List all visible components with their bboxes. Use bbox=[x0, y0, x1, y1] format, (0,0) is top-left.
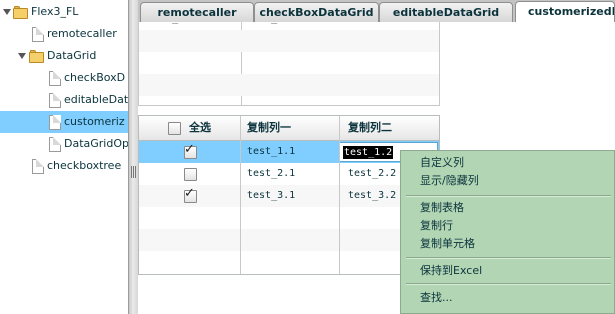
menu-item-label: 自定义列 bbox=[420, 156, 464, 169]
table-row[interactable] bbox=[139, 74, 439, 96]
tree-item-checkboxtree[interactable]: checkboxtree bbox=[0, 155, 128, 177]
tree-item-remotecaller[interactable]: remotecaller bbox=[0, 23, 128, 45]
table-cell[interactable]: test_1.1 bbox=[247, 141, 295, 163]
tree-item-editabledat[interactable]: editableDat bbox=[0, 89, 128, 111]
tree-item-label: checkboxtree bbox=[47, 159, 122, 172]
table-row[interactable] bbox=[139, 96, 439, 105]
table-row[interactable] bbox=[139, 52, 439, 74]
menu-item-customize-columns[interactable]: 自定义列 bbox=[401, 154, 615, 171]
tree-item-datagridop[interactable]: DataGridOp bbox=[0, 133, 128, 155]
row-checkbox[interactable]: ✓ bbox=[184, 186, 197, 203]
check-icon: ✓ bbox=[184, 186, 195, 201]
column-header-copy-col-2[interactable]: 复制列二 bbox=[348, 116, 392, 140]
tree-item-customeriz[interactable]: customeriz bbox=[0, 111, 128, 133]
folder-open-icon bbox=[13, 6, 28, 19]
menu-separator bbox=[406, 195, 611, 197]
table-row[interactable] bbox=[139, 207, 439, 229]
expand-arrow-icon[interactable] bbox=[18, 53, 26, 59]
tree-item-flex3-fl[interactable]: Flex3_FL bbox=[0, 1, 128, 23]
table-row[interactable] bbox=[139, 251, 439, 273]
menu-item-label: 复制行 bbox=[420, 219, 453, 232]
table-row[interactable]: ✓ test_1.1 test_1.2 bbox=[139, 141, 439, 163]
selected-cell-text[interactable]: test_1.2 bbox=[343, 146, 394, 159]
tree-item-label: customeriz bbox=[64, 115, 125, 128]
table-row[interactable]: ✓ test_3.1 test_3.2 bbox=[139, 185, 439, 207]
menu-item-show-hide-columns[interactable]: 显示/隐藏列 bbox=[401, 172, 615, 189]
context-menu: 自定义列 显示/隐藏列 复制表格 复制行 复制单元格 保持到Excel 查找..… bbox=[400, 150, 615, 314]
document-icon bbox=[49, 93, 61, 108]
document-icon bbox=[32, 159, 44, 174]
table-row[interactable] bbox=[139, 229, 439, 251]
customized-datagrid[interactable]: 全选 复制列一 复制列二 ✓ test_1.1 test_1.2 test_2.… bbox=[138, 115, 440, 275]
drag-grip-icon[interactable] bbox=[131, 166, 136, 178]
row-checkbox[interactable]: ✓ bbox=[184, 142, 197, 159]
expand-arrow-icon[interactable] bbox=[3, 9, 11, 15]
check-icon: ✓ bbox=[184, 142, 195, 157]
tree-item-datagrid[interactable]: DataGrid bbox=[0, 45, 128, 67]
table-row[interactable] bbox=[139, 30, 439, 52]
table-cell: test_1.1 bbox=[148, 22, 196, 30]
menu-item-find[interactable]: 查找... bbox=[401, 289, 615, 306]
navigation-tree: Flex3_FL remotecaller DataGrid checkBoxD… bbox=[0, 0, 128, 314]
document-icon bbox=[49, 71, 61, 86]
tab-editabledatagrid[interactable]: editableDataGrid bbox=[379, 2, 513, 22]
table-cell: test_1.2 bbox=[247, 22, 295, 30]
table-cell[interactable]: test_3.2 bbox=[348, 185, 396, 207]
menu-separator bbox=[406, 283, 611, 285]
document-icon bbox=[49, 137, 61, 152]
menu-item-label: 复制表格 bbox=[420, 201, 464, 214]
table-cell[interactable]: test_2.2 bbox=[348, 163, 396, 185]
upper-datagrid[interactable]: test_1.1 test_1.2 bbox=[138, 22, 440, 106]
menu-item-save-to-excel[interactable]: 保持到Excel bbox=[401, 262, 615, 279]
menu-item-label: 显示/隐藏列 bbox=[420, 174, 479, 187]
menu-item-label: 保持到Excel bbox=[420, 264, 483, 277]
tree-item-label: editableDat bbox=[64, 93, 128, 106]
menu-item-copy-row[interactable]: 复制行 bbox=[401, 217, 615, 234]
tree-item-checkboxd[interactable]: checkBoxD bbox=[0, 67, 128, 89]
select-all-checkbox[interactable] bbox=[168, 122, 181, 135]
tab-customerizeddatagrid[interactable]: customerizedD bbox=[515, 1, 615, 22]
tree-item-label: Flex3_FL bbox=[31, 5, 79, 18]
grid-header: 全选 复制列一 复制列二 bbox=[139, 116, 439, 141]
tab-remotecaller[interactable]: remotecaller bbox=[140, 2, 254, 22]
tab-bar: remotecaller checkBoxDataGrid editableDa… bbox=[138, 0, 615, 22]
folder-open-icon bbox=[29, 50, 44, 63]
column-header-copy-col-1[interactable]: 复制列一 bbox=[247, 116, 291, 140]
tree-item-label: remotecaller bbox=[47, 27, 117, 40]
table-row[interactable]: test_1.1 test_1.2 bbox=[139, 22, 439, 30]
row-checkbox[interactable] bbox=[184, 168, 197, 181]
table-cell[interactable]: test_2.1 bbox=[247, 163, 295, 185]
menu-item-copy-cell[interactable]: 复制单元格 bbox=[401, 235, 615, 252]
menu-separator bbox=[406, 257, 611, 259]
tree-item-label: checkBoxD bbox=[64, 71, 126, 84]
table-row[interactable]: test_2.1 test_2.2 bbox=[139, 163, 439, 185]
column-divider bbox=[339, 116, 340, 274]
document-icon bbox=[49, 115, 61, 130]
table-cell[interactable]: test_3.1 bbox=[247, 185, 295, 207]
tree-item-label: DataGridOp bbox=[64, 137, 128, 150]
document-icon bbox=[32, 27, 44, 42]
column-divider bbox=[240, 116, 241, 274]
menu-item-label: 复制单元格 bbox=[420, 237, 475, 250]
tree-item-label: DataGrid bbox=[47, 49, 97, 62]
menu-item-copy-table[interactable]: 复制表格 bbox=[401, 199, 615, 216]
menu-item-label: 查找... bbox=[420, 291, 453, 304]
column-header-select-all[interactable]: 全选 bbox=[189, 116, 211, 140]
tab-checkboxdatagrid[interactable]: checkBoxDataGrid bbox=[254, 2, 379, 22]
